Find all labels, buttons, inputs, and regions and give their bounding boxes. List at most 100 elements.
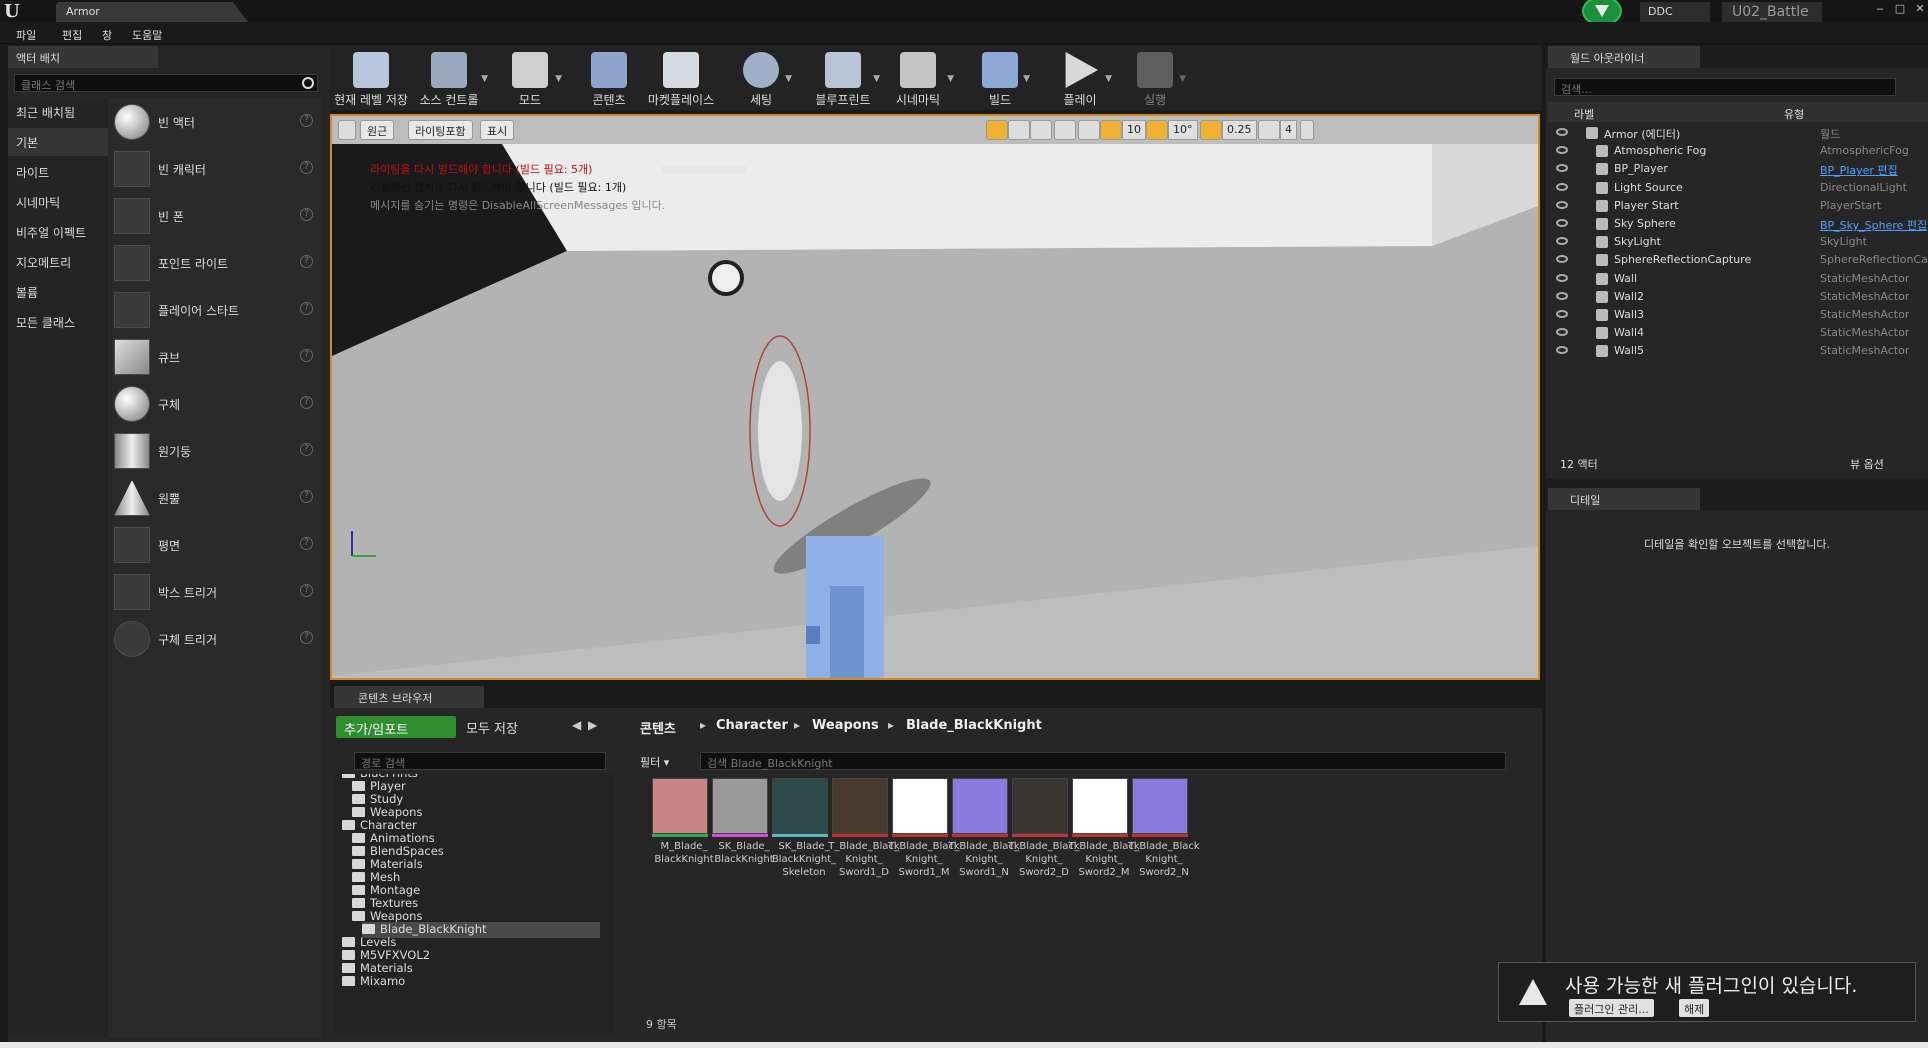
folder-item[interactable]: Mixamo [342, 974, 600, 990]
visibility-eye-icon[interactable] [1556, 328, 1568, 337]
visibility-eye-icon[interactable] [1556, 310, 1568, 318]
blueprints-button[interactable]: 블루프린트 ▼ [808, 46, 880, 110]
breadcrumb-weapons[interactable]: Weapons [812, 718, 879, 733]
outliner-row[interactable]: Wall5 StaticMeshActor [1548, 342, 1928, 360]
perspective-button[interactable]: 원근 [360, 120, 395, 140]
help-icon[interactable]: ? [300, 396, 313, 409]
help-icon[interactable]: ? [300, 302, 313, 315]
viewport-options-icon[interactable] [338, 120, 356, 140]
menu-edit[interactable]: 편집 [62, 27, 82, 43]
asset-tile[interactable]: SK_Blade_ BlackKnight_ Skeleton [772, 778, 836, 879]
breadcrumb-content[interactable]: 콘텐츠 [640, 718, 676, 737]
chevron-down-icon[interactable]: ▼ [555, 74, 562, 84]
visibility-eye-icon[interactable] [1556, 237, 1568, 246]
asset-tile[interactable]: T_Blade_Black Knight_ Sword1_N [948, 778, 1020, 879]
launch-button[interactable]: 실행 ▼ [1126, 46, 1186, 110]
maximize-button[interactable]: □ [1890, 2, 1910, 16]
outliner-row[interactable]: Wall4 StaticMeshActor [1548, 324, 1928, 342]
actor-item[interactable]: 큐브? [108, 333, 322, 380]
save-level-button[interactable]: 현재 레벨 저장 [334, 46, 408, 110]
view-options-button[interactable]: 뷰 옵션 [1850, 456, 1884, 472]
category-lights[interactable]: 라이트 [8, 158, 108, 186]
help-icon[interactable]: ? [300, 537, 313, 550]
add-import-button[interactable]: 추가/임포트 [336, 716, 456, 738]
actor-item[interactable]: 빈 폰? [108, 192, 322, 239]
asset-tile[interactable]: T_Blade_Black Knight_ Sword1_D [828, 778, 900, 879]
visibility-eye-icon[interactable] [1556, 164, 1568, 173]
outliner-row[interactable]: Light Source DirectionalLight [1548, 179, 1928, 197]
path-search-input[interactable]: 경로 검색 [354, 752, 606, 770]
surface-snap-icon[interactable] [1078, 120, 1100, 140]
category-visual-effects[interactable]: 비주얼 이펙트 [8, 218, 108, 246]
content-browser-tab[interactable]: 콘텐츠 브라우저 [334, 686, 484, 708]
asset-tile[interactable]: T_Blade_Black Knight_ Sword2_D [1008, 778, 1080, 879]
content-button[interactable]: 콘텐츠 [580, 46, 638, 110]
outliner-row[interactable]: Wall StaticMeshActor [1548, 270, 1928, 288]
visibility-eye-icon[interactable] [1556, 182, 1568, 191]
help-icon[interactable]: ? [300, 255, 313, 268]
asset-search-input[interactable]: 검색 Blade_BlackKnight [700, 752, 1506, 770]
actor-item[interactable]: 원뿔? [108, 474, 322, 521]
visibility-eye-icon[interactable] [1556, 291, 1568, 300]
camera-speed-value[interactable]: 4 [1280, 120, 1297, 140]
play-button[interactable]: 플레이 ▼ [1050, 46, 1112, 110]
help-icon[interactable]: ? [300, 443, 313, 456]
visibility-eye-icon[interactable] [1556, 273, 1568, 282]
rotate-icon[interactable] [1008, 120, 1030, 140]
menu-window[interactable]: 창 [102, 27, 112, 43]
level-tab[interactable]: Armor [56, 2, 248, 22]
search-icon[interactable] [302, 77, 314, 89]
chevron-down-icon[interactable]: ▼ [481, 74, 488, 84]
menu-help[interactable]: 도움말 [132, 27, 162, 43]
outliner-row[interactable]: SkyLight SkyLight [1548, 233, 1928, 251]
help-icon[interactable]: ? [300, 631, 313, 644]
ddc-indicator[interactable]: DDC [1640, 2, 1710, 22]
chevron-down-icon[interactable]: ▼ [1023, 74, 1030, 84]
outliner-row[interactable]: Wall3 StaticMeshActor [1548, 306, 1928, 324]
source-control-button[interactable]: 소스 컨트롤 ▼ [412, 46, 488, 110]
world-local-icon[interactable] [1054, 120, 1076, 140]
grid-snap-icon[interactable] [1100, 120, 1122, 140]
level-viewport[interactable]: 원근 라이팅포함 표시 10 10° 0.25 4 라이팅을 다시 빌드해야 합… [330, 114, 1540, 680]
edit-blueprint-link[interactable]: BP_Player 편집 [1820, 162, 1898, 178]
breadcrumb-character[interactable]: Character [716, 718, 788, 733]
actor-item[interactable]: 빈 캐릭터? [108, 145, 322, 192]
scale-snap-icon[interactable] [1200, 120, 1222, 140]
actor-item[interactable]: 구체 트리거? [108, 615, 322, 662]
help-icon[interactable]: ? [300, 349, 313, 362]
chevron-down-icon[interactable]: ▼ [1105, 74, 1112, 84]
category-cinematic[interactable]: 시네마틱 [8, 188, 108, 216]
visibility-eye-icon[interactable] [1556, 128, 1568, 136]
asset-tile[interactable]: M_Blade_ BlackKnight [652, 778, 714, 866]
rotation-snap-icon[interactable] [1146, 120, 1168, 140]
outliner-row[interactable]: Wall2 StaticMeshActor [1548, 288, 1928, 306]
translate-icon[interactable] [986, 120, 1008, 140]
help-icon[interactable]: ? [300, 114, 313, 127]
scale-icon[interactable] [1030, 120, 1052, 140]
rotation-snap-value[interactable]: 10° [1168, 120, 1198, 140]
chevron-down-icon[interactable]: ▼ [1179, 74, 1186, 84]
outliner-row[interactable]: Player Start PlayerStart [1548, 197, 1928, 215]
category-basic[interactable]: 기본 [8, 128, 108, 156]
modes-button[interactable]: 모드 ▼ [500, 46, 562, 110]
help-icon[interactable]: ? [300, 208, 313, 221]
close-button[interactable]: ✕ [1910, 2, 1928, 16]
build-button[interactable]: 빌드 ▼ [972, 46, 1030, 110]
filters-button[interactable]: 필터 ▾ [640, 754, 669, 770]
visibility-eye-icon[interactable] [1556, 255, 1568, 264]
actor-item[interactable]: 포인트 라이트? [108, 239, 322, 286]
help-icon[interactable]: ? [300, 490, 313, 503]
actor-item[interactable]: 빈 액터? [108, 98, 322, 145]
category-geometry[interactable]: 지오메트리 [8, 248, 108, 276]
visibility-eye-icon[interactable] [1556, 200, 1568, 209]
visibility-eye-icon[interactable] [1556, 146, 1568, 155]
visibility-eye-icon[interactable] [1556, 219, 1568, 227]
details-tab[interactable]: 디테일 [1548, 488, 1700, 510]
actor-item[interactable]: 평면? [108, 521, 322, 568]
dismiss-button[interactable]: 해제 [1679, 999, 1710, 1017]
save-all-button[interactable]: 모두 저장 [466, 718, 518, 737]
actor-item[interactable]: 원기둥? [108, 427, 322, 474]
outliner-row[interactable]: Armor (에디터) 월드 [1548, 124, 1928, 142]
marketplace-button[interactable]: 마켓플레이스 [644, 46, 718, 110]
asset-tile[interactable]: T_Blade_Black Knight_ Sword2_M [1068, 778, 1140, 879]
